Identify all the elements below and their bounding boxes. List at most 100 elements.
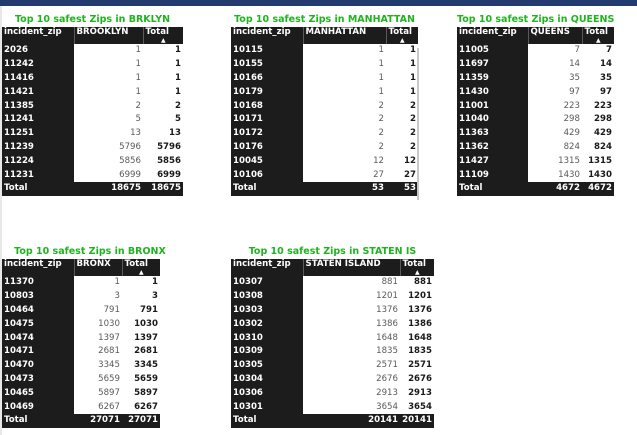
table-row[interactable]: 11001 223 223 xyxy=(457,99,614,113)
table-row[interactable]: 11241 5 5 xyxy=(2,112,183,127)
table-row[interactable]: 11416 1 1 xyxy=(2,71,183,86)
column-header-total[interactable]: Total ▲ xyxy=(122,259,160,276)
sort-ascending-icon[interactable]: ▲ xyxy=(389,38,417,44)
cell-incident-zip: 10166 xyxy=(231,71,303,86)
table-row[interactable]: 10172 2 2 xyxy=(231,126,418,141)
table-row[interactable]: 11109 1430 1430 xyxy=(457,168,614,182)
cell-total: 2 xyxy=(386,140,418,155)
table-row[interactable]: 10171 2 2 xyxy=(231,112,418,127)
table-row[interactable]: 10464 791 791 xyxy=(2,303,160,318)
cell-borough-count: 35 xyxy=(528,71,582,86)
table-row[interactable]: 11239 5796 5796 xyxy=(2,140,183,155)
cell-incident-zip: 10115 xyxy=(231,44,303,58)
table-row[interactable]: 10310 1648 1648 xyxy=(231,331,434,345)
table-row[interactable]: 10166 1 1 xyxy=(231,71,418,86)
table-row[interactable]: 10179 1 1 xyxy=(231,85,418,100)
column-header-incident-zip[interactable]: incident_zip xyxy=(2,27,75,44)
sort-ascending-icon[interactable]: ▲ xyxy=(146,38,182,44)
table-row[interactable]: 11385 2 2 xyxy=(2,99,183,113)
table-row[interactable]: 10155 1 1 xyxy=(231,57,418,72)
matrix-table[interactable]: incident_zip STATEN ISLAND Total ▲ 10307 8… xyxy=(231,259,434,428)
table-row[interactable]: 11363 429 429 xyxy=(457,126,614,141)
cell-total: 2571 xyxy=(400,358,434,373)
table-row[interactable]: 11421 1 1 xyxy=(2,85,183,100)
table-row[interactable]: 10474 1397 1397 xyxy=(2,331,160,345)
cell-incident-zip: 11251 xyxy=(2,126,74,141)
table-row[interactable]: 10470 3345 3345 xyxy=(2,358,160,373)
matrix-table[interactable]: incident_zip BRONX Total ▲ 11370 1 1 10803 3 3… xyxy=(2,259,160,428)
table-row[interactable]: 11251 13 13 xyxy=(2,126,183,141)
table-row[interactable]: 11697 14 14 xyxy=(457,57,614,72)
table-row[interactable]: 10304 2676 2676 xyxy=(231,372,434,387)
panel-manhattan[interactable]: Top 10 safest Zips in MANHATTAN incident… xyxy=(231,13,418,196)
matrix-table[interactable]: incident_zip QUEENS Total ▲ 11005 7 7 11697 1… xyxy=(457,27,614,196)
table-row[interactable]: 10106 27 27 xyxy=(231,168,418,182)
panel-staten-island[interactable]: Top 10 safest Zips in STATEN IS incident… xyxy=(231,245,434,428)
cell-total: 12 xyxy=(386,154,418,169)
table-row[interactable]: 10471 2681 2681 xyxy=(2,344,160,359)
column-header-incident-zip[interactable]: incident_zip xyxy=(231,259,304,276)
column-header-total[interactable]: Total ▲ xyxy=(400,259,434,276)
cell-borough-count: 1315 xyxy=(528,154,582,169)
table-row[interactable]: 11370 1 1 xyxy=(2,276,160,290)
cell-incident-zip: 11005 xyxy=(457,44,528,58)
table-row[interactable]: 11005 7 7 xyxy=(457,44,614,58)
table-row[interactable]: 11359 35 35 xyxy=(457,71,614,86)
matrix-table[interactable]: incident_zip MANHATTAN Total ▲ 10115 1 1 101… xyxy=(231,27,418,196)
table-row[interactable]: 2026 1 1 xyxy=(2,44,183,58)
table-row[interactable]: 11430 97 97 xyxy=(457,85,614,100)
table-row[interactable]: 10303 1376 1376 xyxy=(231,303,434,318)
table-row[interactable]: 10803 3 3 xyxy=(2,289,160,304)
column-header-borough[interactable]: MANHATTAN xyxy=(303,27,387,44)
table-row[interactable]: 10308 1201 1201 xyxy=(231,289,434,304)
column-header-total[interactable]: Total ▲ xyxy=(386,27,418,44)
sort-ascending-icon[interactable]: ▲ xyxy=(125,270,159,276)
column-header-total[interactable]: Total ▲ xyxy=(143,27,183,44)
column-header-borough[interactable]: BROOKLYN xyxy=(74,27,144,44)
cell-incident-zip: 11109 xyxy=(457,168,528,182)
table-row[interactable]: 10301 3654 3654 xyxy=(231,400,434,414)
table-row[interactable]: 10469 6267 6267 xyxy=(2,400,160,414)
total-grand: 20141 xyxy=(400,413,434,428)
table-row[interactable]: 10465 5897 5897 xyxy=(2,386,160,401)
table-row[interactable]: 11362 824 824 xyxy=(457,140,614,155)
column-header-borough[interactable]: QUEENS xyxy=(528,27,583,44)
table-row[interactable]: 11040 298 298 xyxy=(457,112,614,127)
cell-incident-zip: 11231 xyxy=(2,168,74,182)
table-row[interactable]: 10307 881 881 xyxy=(231,276,434,290)
table-row[interactable]: 10176 2 2 xyxy=(231,140,418,155)
panel-bronx[interactable]: Top 10 safest Zips in BRONX incident_zip… xyxy=(2,245,166,428)
table-row[interactable]: 11242 1 1 xyxy=(2,57,183,72)
cell-incident-zip: 10168 xyxy=(231,99,303,113)
column-header-borough[interactable]: STATEN ISLAND xyxy=(303,259,401,276)
vertical-scrollbar[interactable] xyxy=(417,48,419,200)
matrix-table[interactable]: incident_zip BROOKLYN Total ▲ 2026 1 1 11242… xyxy=(2,27,183,196)
column-header-incident-zip[interactable]: incident_zip xyxy=(2,259,75,276)
cell-total: 5897 xyxy=(122,386,160,401)
column-header-borough[interactable]: BRONX xyxy=(74,259,123,276)
table-row[interactable]: 10168 2 2 xyxy=(231,99,418,113)
panel-brooklyn[interactable]: Top 10 safest Zips in BRKLYN incident_zi… xyxy=(2,13,183,196)
cell-incident-zip: 11421 xyxy=(2,85,74,100)
table-row[interactable]: 10045 12 12 xyxy=(231,154,418,169)
table-row[interactable]: 10305 2571 2571 xyxy=(231,358,434,373)
table-row[interactable]: 10115 1 1 xyxy=(231,44,418,58)
table-row[interactable]: 10309 1835 1835 xyxy=(231,344,434,359)
table-row[interactable]: 11427 1315 1315 xyxy=(457,154,614,169)
table-row[interactable]: 11231 6999 6999 xyxy=(2,168,183,182)
table-row[interactable]: 11224 5856 5856 xyxy=(2,154,183,169)
panel-queens[interactable]: Top 10 safest Zips in QUEENS incident_zi… xyxy=(457,13,614,196)
cell-incident-zip: 11697 xyxy=(457,57,528,72)
table-row[interactable]: 10473 5659 5659 xyxy=(2,372,160,387)
column-header-total[interactable]: Total ▲ xyxy=(582,27,614,44)
table-row[interactable]: 10475 1030 1030 xyxy=(2,317,160,332)
cell-borough-count: 1201 xyxy=(303,289,400,304)
column-header-incident-zip[interactable]: incident_zip xyxy=(231,27,304,44)
sort-ascending-icon[interactable]: ▲ xyxy=(585,38,613,44)
cell-total: 824 xyxy=(582,140,614,155)
column-header-incident-zip[interactable]: incident_zip xyxy=(457,27,529,44)
cell-incident-zip: 10302 xyxy=(231,317,303,332)
sort-ascending-icon[interactable]: ▲ xyxy=(403,270,433,276)
table-row[interactable]: 10302 1386 1386 xyxy=(231,317,434,332)
table-row[interactable]: 10306 2913 2913 xyxy=(231,386,434,401)
